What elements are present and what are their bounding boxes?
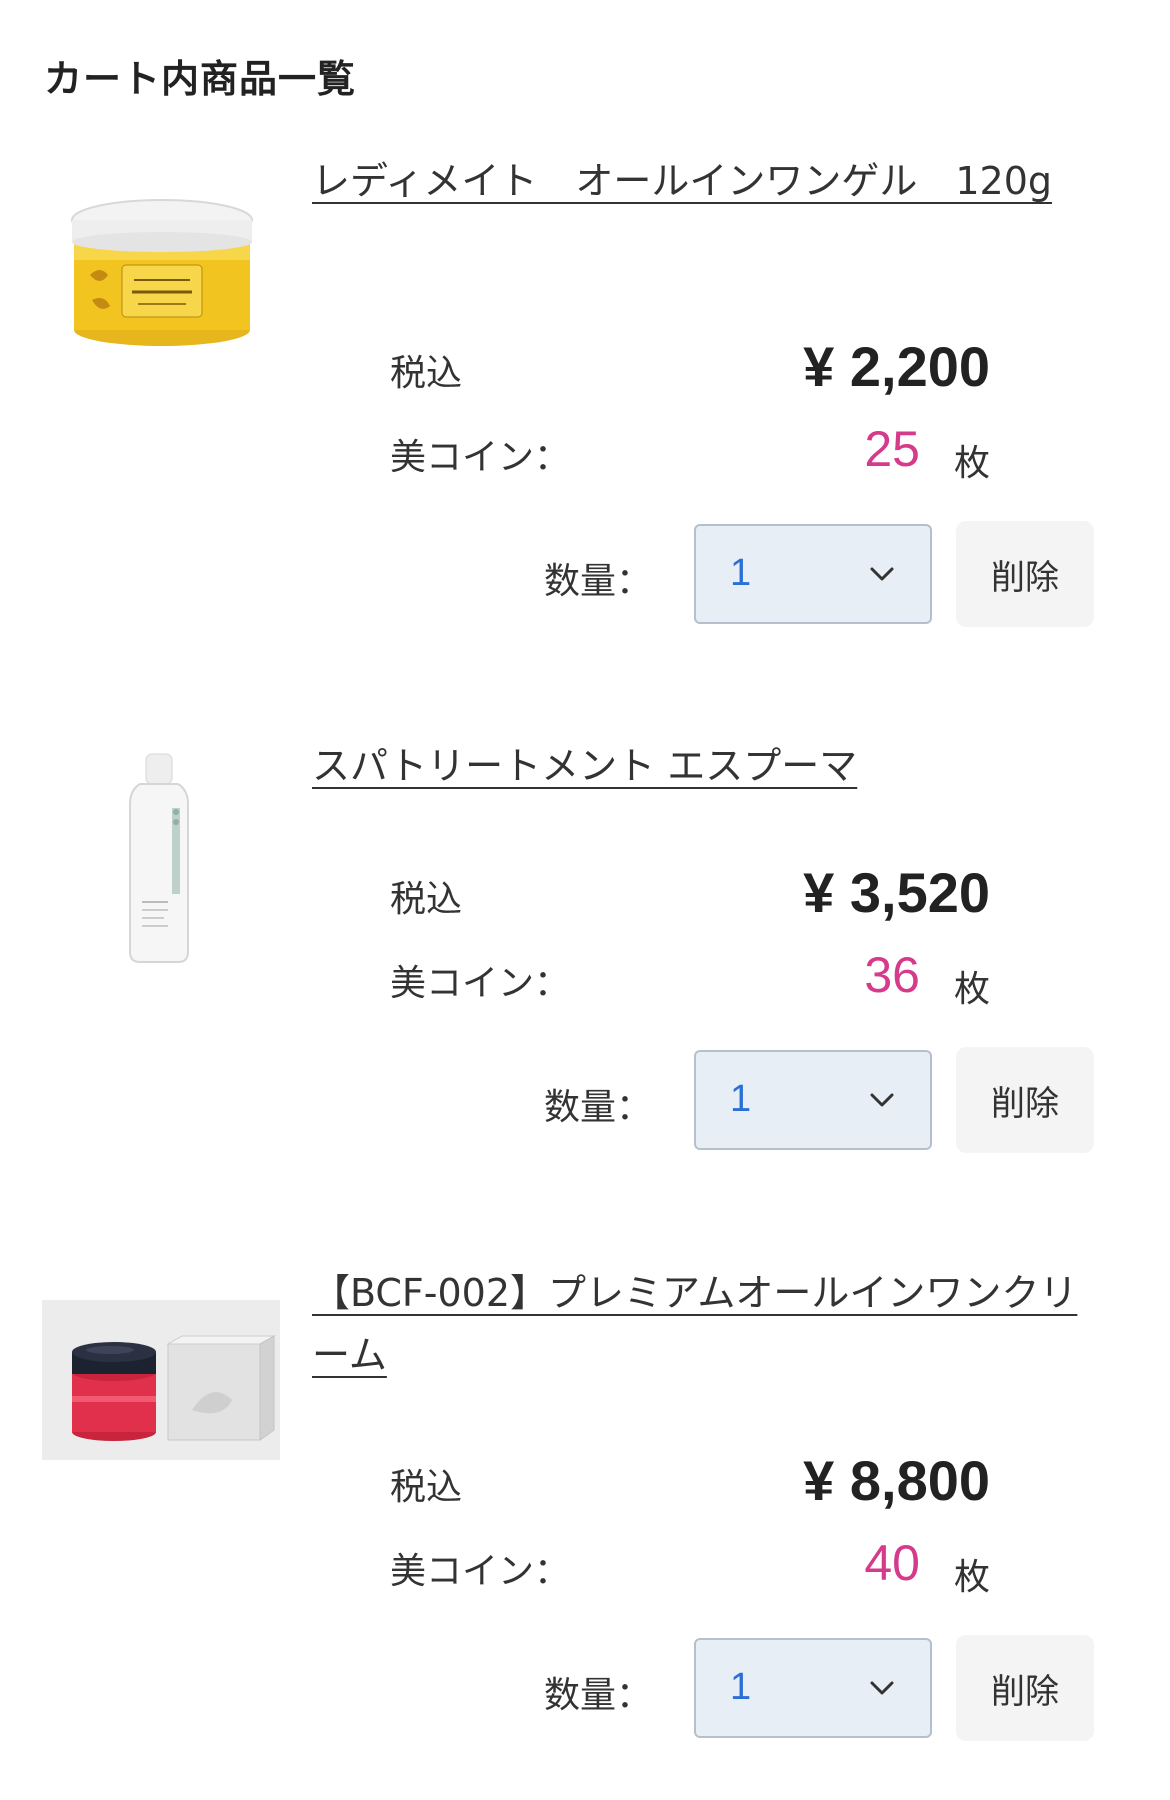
cream-jar-box-graphic — [42, 1300, 280, 1460]
chevron-down-icon — [870, 567, 894, 581]
coin-unit: 枚 — [953, 443, 990, 484]
product-name-link[interactable]: 【BCF-002】プレミアムオールインワンクリーム — [312, 1262, 1092, 1386]
delete-button[interactable]: 削除 — [956, 521, 1094, 627]
product-price: ¥ 2,200 — [803, 335, 990, 398]
quantity-label: 数量： — [544, 1675, 653, 1716]
quantity-select[interactable]: 1 — [694, 1638, 932, 1738]
quantity-value: 1 — [730, 552, 752, 594]
quantity-select[interactable]: 1 — [694, 524, 932, 624]
coin-label: 美コイン： — [390, 437, 571, 478]
page-title: カート内商品一覧 — [44, 57, 357, 101]
tax-included-label: 税込 — [390, 1467, 463, 1508]
delete-button[interactable]: 削除 — [956, 1047, 1094, 1153]
quantity-label: 数量： — [544, 561, 653, 602]
product-image-espuma-bottle[interactable] — [124, 752, 194, 964]
product-price: ¥ 3,520 — [803, 861, 990, 924]
coin-count: 40 — [864, 1535, 920, 1591]
coin-count: 25 — [864, 421, 920, 477]
product-price: ¥ 8,800 — [803, 1449, 990, 1512]
product-image-cream-set[interactable] — [42, 1300, 280, 1460]
delete-button[interactable]: 削除 — [956, 1635, 1094, 1741]
coin-unit: 枚 — [953, 969, 990, 1010]
tax-included-label: 税込 — [390, 879, 463, 920]
coin-count: 36 — [864, 947, 920, 1003]
coin-label: 美コイン： — [390, 1551, 571, 1592]
quantity-label: 数量： — [544, 1087, 653, 1128]
quantity-value: 1 — [730, 1078, 752, 1120]
quantity-select[interactable]: 1 — [694, 1050, 932, 1150]
coin-unit: 枚 — [953, 1557, 990, 1598]
gel-jar-graphic — [71, 199, 253, 346]
product-name-link[interactable]: レディメイト オールインワンゲル 120g — [312, 150, 1092, 212]
quantity-value: 1 — [730, 1666, 752, 1708]
product-name-link[interactable]: スパトリートメント エスプーマ — [312, 735, 1092, 797]
tax-included-label: 税込 — [390, 353, 463, 394]
chevron-down-icon — [870, 1681, 894, 1695]
product-image-gel-jar[interactable] — [62, 180, 262, 350]
coin-label: 美コイン： — [390, 963, 571, 1004]
chevron-down-icon — [870, 1093, 894, 1107]
spray-bottle-graphic — [129, 753, 189, 963]
